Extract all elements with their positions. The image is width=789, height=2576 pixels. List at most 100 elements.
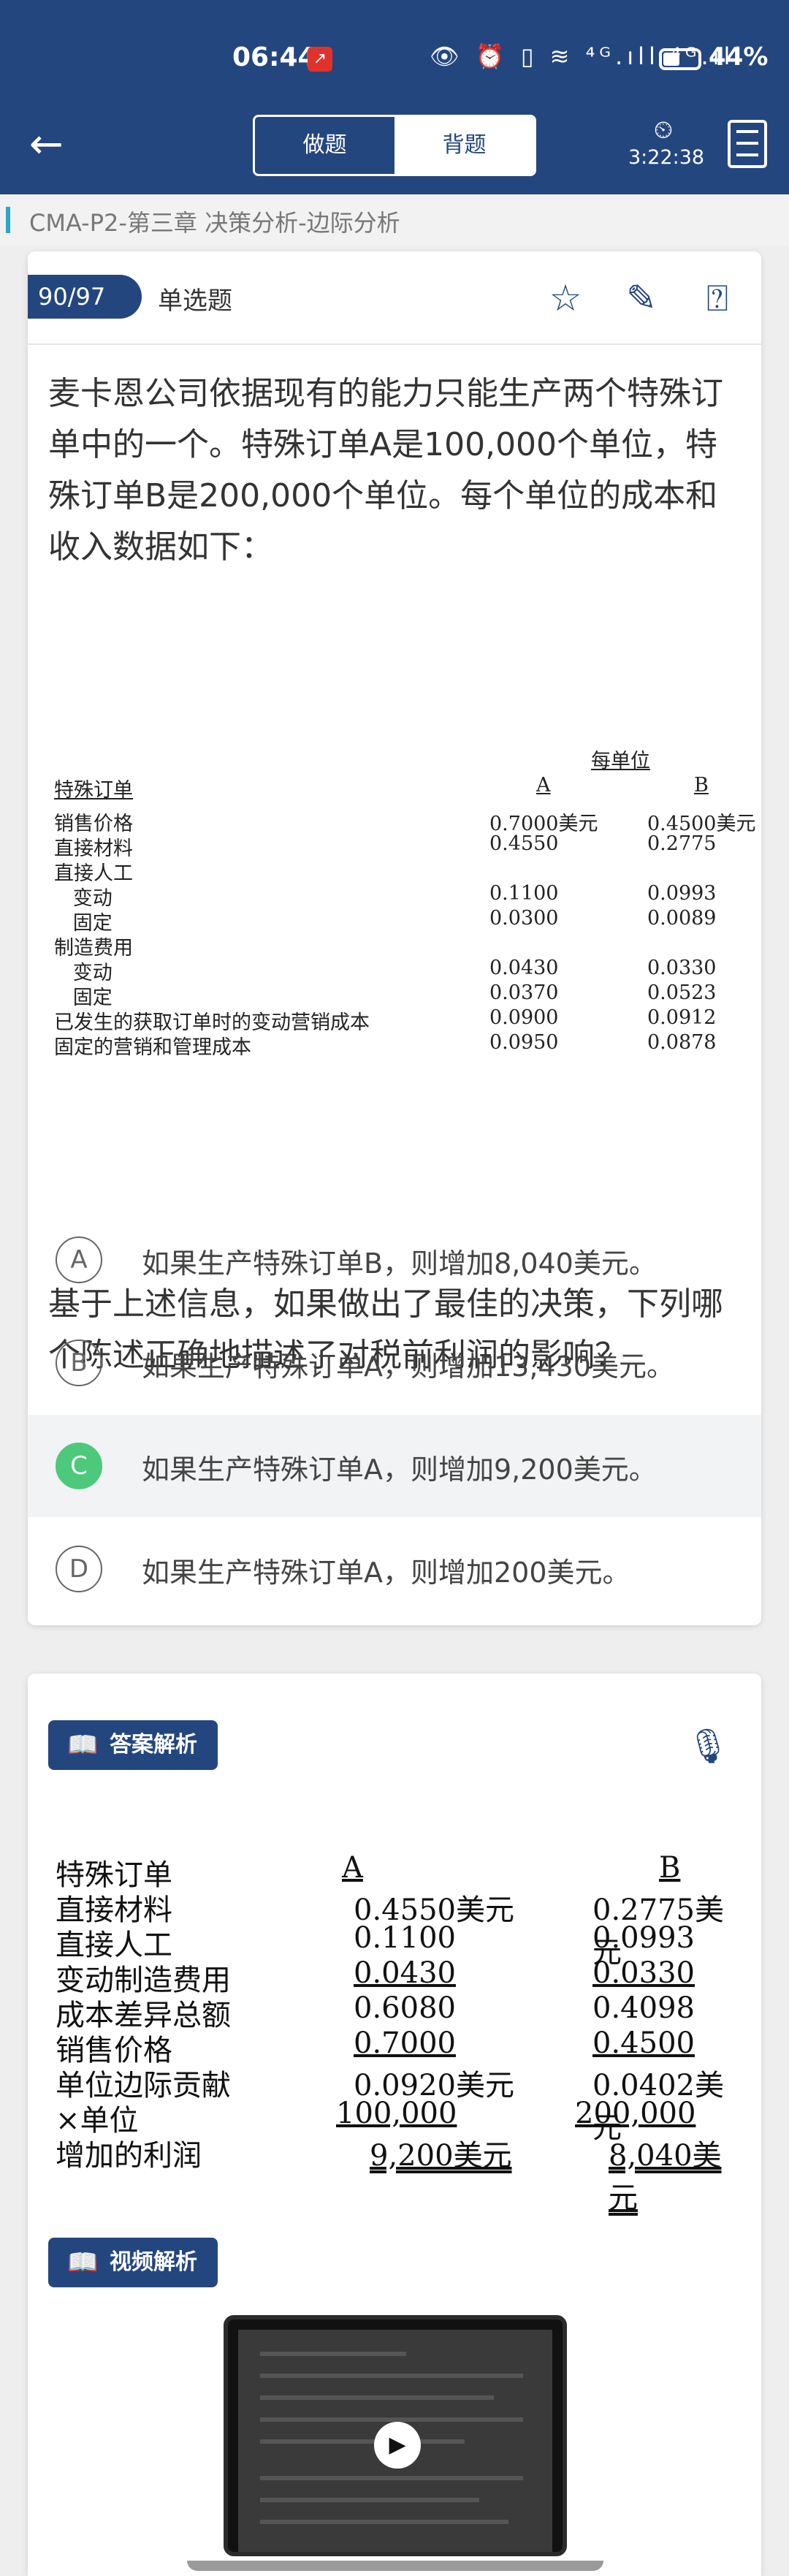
eye-icon: 👁 xyxy=(430,42,464,70)
option-letter: A xyxy=(56,1236,102,1283)
laptop-base xyxy=(187,2561,603,2571)
table-row: 直接人工 0.1100 0.0993 xyxy=(56,1921,750,1962)
breadcrumb-accent xyxy=(6,207,10,233)
table-row: 固定 0.0370 0.0523 xyxy=(54,981,770,1009)
table-row: 制造费用 xyxy=(54,932,770,960)
row-b: 200,000 xyxy=(575,2097,696,2130)
table-row: 固定的营销和管理成本 0.0950 0.0878 xyxy=(54,1031,770,1059)
tab-practice[interactable]: 做题 xyxy=(255,117,394,174)
row-a: 0.0300 xyxy=(489,907,559,930)
row-a: 0.0370 xyxy=(489,981,559,1004)
per-unit-header: 每单位 xyxy=(591,750,650,772)
row-a: 0.7000 xyxy=(354,2026,456,2060)
timer[interactable]: ⏲ 3:22:38 xyxy=(628,115,705,169)
answer-analysis-title: 答案解析 xyxy=(110,1732,197,1758)
battery-icon xyxy=(659,48,701,70)
video-analysis-title: 视频解析 xyxy=(110,2249,197,2275)
table-header-b: B xyxy=(694,774,709,797)
option-letter: C xyxy=(56,1443,102,1489)
option-c[interactable]: C 如果生产特殊订单A，则增加9,200美元。 xyxy=(28,1415,761,1517)
row-b: 0.4500 xyxy=(592,2026,695,2060)
breadcrumb-text: CMA-P2-第三章 决策分析-边际分析 xyxy=(29,209,400,237)
alarm-icon: ⏰ xyxy=(475,42,509,70)
timer-value: 3:22:38 xyxy=(628,146,705,169)
analysis-header-b: B xyxy=(659,1851,681,1885)
edit-note-icon[interactable]: ✎ xyxy=(620,278,663,319)
table-row: 成本差异总额 0.6080 0.4098 xyxy=(56,1991,750,2032)
row-a: 0.4550 xyxy=(489,832,559,855)
table-row: 变动制造费用 0.0430 0.0330 xyxy=(56,1956,750,1997)
table-row: 销售价格 0.7000 0.4500 xyxy=(56,2026,750,2067)
answer-analysis-label: 📖 答案解析 xyxy=(48,1720,218,1770)
video-player[interactable]: ▶ xyxy=(224,2315,567,2556)
option-a[interactable]: A 如果生产特殊订单B，则增加8,040美元。 xyxy=(28,1209,761,1311)
option-text: 如果生产特殊订单B，则增加8,040美元。 xyxy=(142,1247,657,1280)
table-header-label: 特殊订单 xyxy=(54,779,133,802)
ask-question-icon[interactable]: ⍰ xyxy=(695,278,739,319)
row-b: 0.0878 xyxy=(647,1031,717,1054)
table-row: 变动 0.1100 0.0993 xyxy=(54,882,770,910)
table-row: 直接材料 0.4550 0.2775 xyxy=(54,832,770,860)
row-a: 0.0430 xyxy=(489,957,559,979)
play-icon[interactable]: ▶ xyxy=(374,2422,421,2469)
battery-percent: 44% xyxy=(709,42,769,72)
question-header: 90/97 单选题 ☆ ✎ ⍰ xyxy=(28,251,761,345)
row-a: 0.6080 xyxy=(354,1991,456,2025)
clock-icon: ⏲ xyxy=(653,115,674,145)
status-bar: 06:44 ↗ 👁 ⏰ ▯ ≋ ⁴ᴳ.ıll ⁴ᴳ.ıll 44% xyxy=(0,38,789,77)
video-analysis-label: 📖 视频解析 xyxy=(48,2238,218,2287)
option-text: 如果生产特殊订单A，则增加9,200美元。 xyxy=(142,1454,657,1486)
table-row: 直接人工 xyxy=(54,857,770,885)
option-d[interactable]: D 如果生产特殊订单A，则增加200美元。 xyxy=(28,1518,761,1620)
option-letter: D xyxy=(56,1546,102,1592)
table-row: 销售价格 0.7000美元 0.4500美元 xyxy=(54,808,770,835)
analysis-header-row: 特殊订单 A B xyxy=(56,1851,750,1892)
table-row: 增加的利润 9,200美元 8,040美元 xyxy=(56,2132,750,2215)
row-b: 0.0523 xyxy=(647,981,717,1004)
row-b: 0.2775 xyxy=(647,832,717,855)
table-row: 变动 0.0430 0.0330 xyxy=(54,957,770,984)
option-b[interactable]: B 如果生产特殊订单A，则增加13,430美元。 xyxy=(28,1312,761,1414)
table-row: 固定 0.0300 0.0089 xyxy=(54,907,770,935)
question-text: 麦卡恩公司依据现有的能力只能生产两个特殊订单中的一个。特殊订单A是100,000… xyxy=(48,375,723,566)
row-a: 0.1100 xyxy=(354,1921,456,1955)
row-b: 0.4098 xyxy=(592,1991,695,2025)
row-b: 0.0993 xyxy=(592,1921,695,1955)
top-bar: 06:44 ↗ 👁 ⏰ ▯ ≋ ⁴ᴳ.ıll ⁴ᴳ.ıll 44% ← 做题 背… xyxy=(0,0,789,194)
star-icon[interactable]: ☆ xyxy=(544,278,587,319)
row-label: 固定的营销和管理成本 xyxy=(54,1036,251,1059)
mode-switch: 做题 背题 xyxy=(253,115,536,176)
question-type: 单选题 xyxy=(158,286,232,316)
analysis-card: 📖 答案解析 🎙 特殊订单 A B 直接材料 0.4550美元 0.2775美元 直… xyxy=(28,1673,761,2576)
status-time: 06:44 xyxy=(232,42,316,72)
table-header-a: A xyxy=(536,774,551,797)
table-row: 已发生的获取订单时的变动营销成本 0.0900 0.0912 xyxy=(54,1006,770,1034)
option-text: 如果生产特殊订单A，则增加200美元。 xyxy=(142,1557,630,1589)
book-icon: 📖 xyxy=(67,1730,99,1760)
tab-recite[interactable]: 背题 xyxy=(394,117,534,174)
row-b: 0.0330 xyxy=(647,957,717,979)
option-letter: B xyxy=(56,1340,102,1386)
back-arrow-icon[interactable]: ← xyxy=(29,124,64,165)
book-icon: 📖 xyxy=(67,2248,99,2277)
row-a: 0.0900 xyxy=(489,1006,559,1029)
answer-sheet-icon[interactable] xyxy=(728,120,767,168)
row-b: 0.0089 xyxy=(647,907,717,930)
question-number: 90/97 xyxy=(28,275,142,319)
breadcrumb: CMA-P2-第三章 决策分析-边际分析 xyxy=(0,194,789,246)
question-card: 90/97 单选题 ☆ ✎ ⍰ 麦卡恩公司依据现有的能力只能生产两个特殊订单中的… xyxy=(28,251,761,1625)
row-label: 增加的利润 xyxy=(56,2139,202,2173)
table-row: 直接材料 0.4550美元 0.2775美元 xyxy=(56,1886,750,1969)
row-a: 0.1100 xyxy=(489,882,559,905)
table-header-row: 特殊订单 A B xyxy=(54,774,770,802)
stock-app-icon: ↗ xyxy=(308,47,332,72)
microphone-icon[interactable]: 🎙 xyxy=(687,1726,729,1767)
row-b: 0.0912 xyxy=(647,1006,717,1029)
table-row: 单位边际贡献 0.0920美元 0.0402美元 xyxy=(56,2062,750,2145)
question-actions: ☆ ✎ ⍰ xyxy=(544,278,739,319)
analysis-header-a: A xyxy=(342,1851,363,1885)
row-a: 0.0950 xyxy=(489,1031,559,1054)
vibrate-icon: ▯ xyxy=(520,42,538,70)
row-a: 100,000 xyxy=(336,2097,457,2130)
row-b: 0.0993 xyxy=(647,882,717,905)
